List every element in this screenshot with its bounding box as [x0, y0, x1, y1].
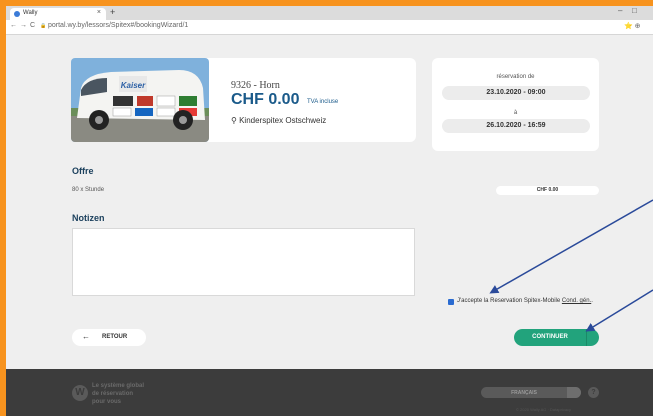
offer-heading: Offre — [72, 166, 94, 176]
back-icon[interactable]: ← — [10, 22, 17, 29]
copyright: © 2020 Wally AG · Dataprivacy — [516, 407, 572, 412]
browser-tab[interactable]: Wally × — [10, 8, 106, 20]
van-brand-text: Kaiser — [121, 81, 146, 90]
reservation-from-label: réservation de — [496, 74, 535, 80]
notes-textarea[interactable] — [72, 228, 415, 296]
tagline-line-2: de réservation — [92, 391, 134, 397]
forward-icon[interactable]: → — [20, 22, 27, 29]
reload-icon[interactable]: C — [30, 22, 35, 29]
price-note: TVA incluse — [307, 99, 339, 105]
terms-checkbox[interactable] — [448, 299, 454, 305]
minimize-button[interactable]: – — [618, 6, 622, 15]
continue-divider — [586, 329, 587, 346]
tagline-line-1: Le système global — [92, 383, 145, 389]
maximize-button[interactable]: □ — [632, 6, 637, 15]
language-select[interactable]: FRANÇAIS — [481, 387, 581, 398]
continue-button[interactable]: CONTINUER — [514, 329, 599, 346]
reservation-card — [432, 58, 599, 151]
bookmark-star-icon[interactable]: ⭐ ⊕ — [624, 22, 641, 30]
address-bar: ← → C 🔒 portal.wy.by/lessors/Spitex#/boo… — [6, 20, 653, 35]
language-label: FRANÇAIS — [511, 390, 537, 396]
terms-text: J'accepte la Reservation Spitex-Mobile C… — [457, 298, 593, 304]
new-tab-button[interactable]: + — [110, 7, 115, 17]
location-code: 9326 - Horn — [231, 80, 280, 91]
terms-end: . — [591, 298, 593, 304]
location-pin-icon: ⚲ — [231, 116, 240, 125]
vehicle-image: Kaiser — [71, 58, 209, 142]
offer-row-label: 80 x Stunde — [72, 187, 105, 193]
back-button-label: RETOUR — [102, 334, 128, 340]
footer-tagline: Le système global de réservation pour vo… — [92, 382, 144, 406]
provider-name: ⚲ Kinderspitex Ostschweiz — [231, 116, 326, 125]
help-button[interactable]: ? — [588, 387, 599, 398]
booking-page: Kaiser 9326 - Horn CHF 0.00 TVA incluse … — [6, 35, 653, 416]
tab-title: Wally — [23, 10, 38, 16]
url-field[interactable]: portal.wy.by/lessors/Spitex#/bookingWiza… — [48, 22, 188, 29]
reservation-to-value: 26.10.2020 - 16:59 — [442, 119, 590, 133]
back-button[interactable]: ← RETOUR — [72, 329, 146, 346]
tab-close-icon[interactable]: × — [97, 9, 101, 16]
wally-logo: W — [72, 385, 88, 401]
offer-row-value: CHF 0.00 — [496, 186, 599, 195]
lock-icon: 🔒 — [40, 23, 47, 29]
chevron-down-icon — [567, 387, 581, 398]
terms-link[interactable]: Cond. gén. — [562, 298, 591, 304]
tagline-line-3: pour vous — [92, 399, 122, 405]
price: CHF 0.00 — [231, 91, 300, 108]
tab-bar: Wally × + – □ — [6, 6, 653, 20]
notes-heading: Notizen — [72, 213, 105, 223]
reservation-to-label: à — [513, 110, 518, 116]
favicon-icon — [14, 11, 20, 17]
provider-label: Kinderspitex Ostschweiz — [239, 116, 327, 125]
footer: W Le système global de réservation pour … — [6, 369, 653, 416]
browser-window: Wally × + – □ ← → C 🔒 portal.wy.by/lesso… — [6, 6, 653, 416]
back-arrow-icon: ← — [82, 332, 90, 341]
terms-label: J'accepte la Reservation Spitex-Mobile — [457, 298, 561, 304]
reservation-from-value: 23.10.2020 - 09:00 — [442, 86, 590, 100]
continue-button-label: CONTINUER — [532, 334, 568, 340]
